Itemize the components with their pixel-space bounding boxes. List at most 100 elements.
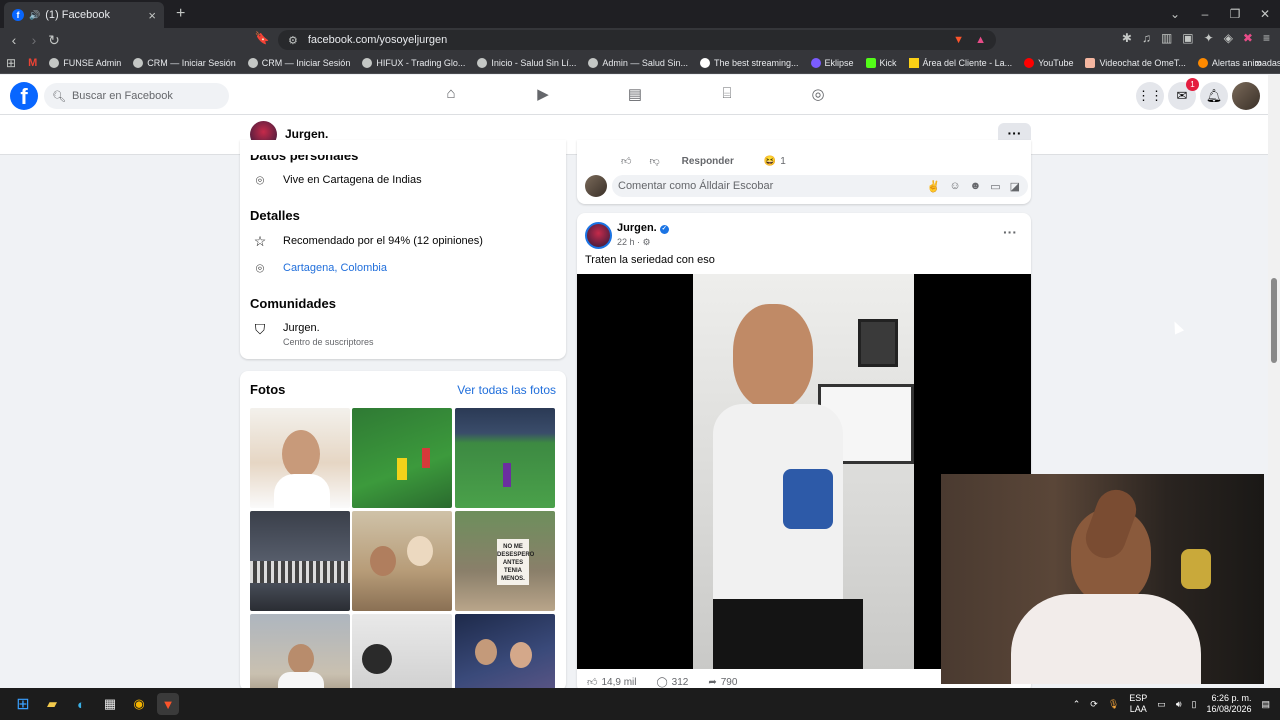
- smiley-icon[interactable]: ☻: [970, 180, 982, 193]
- volume-icon[interactable]: 🔊︎: [1176, 699, 1182, 710]
- bookmark-item[interactable]: The best streaming...: [699, 57, 799, 68]
- see-all-photos-link[interactable]: Ver todas las fotos: [457, 383, 556, 397]
- messenger-icon[interactable]: ✉ 1: [1168, 78, 1199, 110]
- forward-icon[interactable]: ›: [24, 32, 44, 48]
- notifications-icon[interactable]: 🔔︎: [1200, 82, 1228, 110]
- battery-icon[interactable]: ▯: [1191, 699, 1196, 710]
- post-time[interactable]: 22 h · ⚙: [617, 237, 651, 248]
- extension-red-icon[interactable]: ✖: [1243, 31, 1253, 45]
- post-author-name[interactable]: Jurgen. ✓: [617, 222, 669, 234]
- home-icon[interactable]: ⌂: [441, 85, 461, 105]
- microphone-icon[interactable]: 🎙︎: [1108, 699, 1119, 710]
- like-icon[interactable]: 👍︎: [587, 676, 597, 688]
- vpn-icon[interactable]: ◈: [1224, 31, 1233, 45]
- menu-icon[interactable]: ≡: [1263, 31, 1270, 45]
- dashboard-icon[interactable]: ▤: [625, 85, 645, 105]
- photo-thumbnail[interactable]: [352, 511, 452, 611]
- notification-center-icon[interactable]: ▤: [1261, 699, 1270, 710]
- comment-input[interactable]: Comentar como Álldair Escobar ✌ ☺ ☻ ▭ ◪: [612, 175, 1028, 197]
- page-scrollbar[interactable]: [1268, 75, 1280, 688]
- site-info-icon[interactable]: ⚙: [288, 34, 298, 47]
- store-icon[interactable]: ▦: [99, 693, 121, 715]
- edge-icon[interactable]: ◐: [70, 693, 92, 715]
- bookmarks-overflow[interactable]: »: [1255, 56, 1262, 70]
- photo-thumbnail[interactable]: [352, 408, 452, 508]
- dislike-comment-icon[interactable]: 👎︎: [649, 155, 659, 167]
- apps-icon[interactable]: ⊞: [6, 56, 16, 70]
- extensions-icon[interactable]: ✱: [1122, 31, 1132, 45]
- gaming-icon[interactable]: ◎: [808, 85, 828, 105]
- photo-thumbnail[interactable]: [455, 408, 555, 508]
- network-icon[interactable]: ▭: [1157, 699, 1166, 710]
- browser-tab-bar: f 🔊 (1) Facebook × + ⌄ – ❐ ✕: [0, 0, 1280, 28]
- restore-icon[interactable]: ❐: [1220, 7, 1250, 21]
- like-comment-icon[interactable]: 👍︎: [621, 155, 631, 167]
- wallet-icon[interactable]: ▣: [1182, 31, 1193, 45]
- back-icon[interactable]: ‹: [4, 32, 24, 48]
- tab-search-icon[interactable]: ⌄: [1160, 7, 1190, 21]
- bookmark-item[interactable]: Eklipse: [810, 57, 854, 68]
- leo-icon[interactable]: ✦: [1204, 31, 1214, 45]
- comment-icon[interactable]: ◯: [656, 677, 667, 688]
- facebook-logo-icon[interactable]: f: [10, 82, 38, 110]
- media-icon[interactable]: ♫: [1142, 31, 1151, 45]
- bookmark-item[interactable]: CRM — Iniciar Sesión: [133, 57, 236, 68]
- close-tab-icon[interactable]: ×: [148, 8, 156, 23]
- bookmark-icon[interactable]: 🔖: [252, 31, 272, 45]
- clock[interactable]: 6:26 p. m. 16/08/2026: [1206, 693, 1251, 715]
- reply-link[interactable]: Responder: [682, 156, 734, 167]
- browser-tab[interactable]: f 🔊 (1) Facebook ×: [4, 2, 164, 28]
- minimize-icon[interactable]: –: [1190, 7, 1220, 21]
- bookmark-item[interactable]: HIFUX - Trading Glo...: [362, 57, 465, 68]
- file-explorer-icon[interactable]: ▰: [41, 693, 63, 715]
- bookmark-item[interactable]: Admin — Salud Sin...: [588, 57, 688, 68]
- post-author-avatar[interactable]: [585, 222, 612, 249]
- bookmark-item[interactable]: Videochat de OmeT...: [1085, 57, 1186, 68]
- bookmark-item[interactable]: Área del Cliente - La...: [908, 57, 1012, 68]
- gif-icon[interactable]: ▭: [990, 180, 1000, 193]
- bookmark-item[interactable]: CRM — Iniciar Sesión: [247, 57, 350, 68]
- post-more-icon[interactable]: ···: [1003, 224, 1017, 240]
- new-tab-button[interactable]: +: [176, 5, 185, 23]
- photo-thumbnail[interactable]: [250, 408, 350, 508]
- commenter-avatar[interactable]: [585, 175, 607, 197]
- messenger-badge: 1: [1186, 78, 1199, 91]
- bookmark-item[interactable]: FUNSE Admin: [49, 57, 121, 68]
- details-title: Detalles: [250, 208, 300, 223]
- bookmark-item[interactable]: Kick: [865, 57, 897, 68]
- video-icon[interactable]: ▶: [533, 85, 553, 105]
- bookmark-item[interactable]: Inicio - Salud Sin Lí...: [477, 57, 576, 68]
- community-name[interactable]: Jurgen.: [283, 322, 374, 334]
- avatar-sticker-icon[interactable]: ✌: [927, 180, 941, 193]
- url-bar[interactable]: ⚙ facebook.com/yosoyeljurgen ▼ ▲: [278, 30, 996, 50]
- windows-start-icon[interactable]: ⊞: [12, 693, 34, 715]
- profile-name[interactable]: Jurgen.: [285, 127, 328, 141]
- brave-icon[interactable]: ▼: [157, 693, 179, 715]
- location-link[interactable]: Cartagena, Colombia: [283, 262, 387, 274]
- show-hidden-icons[interactable]: ⌃: [1073, 699, 1081, 710]
- bookmark-item[interactable]: YouTube: [1024, 57, 1073, 68]
- scrollbar-thumb[interactable]: [1271, 278, 1277, 363]
- bookmark-item[interactable]: Alertas animadas de...: [1197, 57, 1280, 68]
- search-input[interactable]: 🔍︎ Buscar en Facebook: [44, 83, 229, 109]
- sync-icon[interactable]: ⟳: [1090, 699, 1098, 710]
- chrome-icon[interactable]: ◉: [128, 693, 150, 715]
- reload-icon[interactable]: ↻: [44, 32, 64, 49]
- share-icon[interactable]: ➦: [708, 677, 716, 688]
- gmail-icon[interactable]: M: [28, 57, 37, 69]
- share-count: 790: [720, 676, 738, 688]
- language-indicator[interactable]: ESP LAA: [1129, 693, 1147, 715]
- close-window-icon[interactable]: ✕: [1250, 7, 1280, 21]
- emoji-icon[interactable]: ☺: [949, 180, 960, 193]
- photo-thumbnail[interactable]: NO ME DESESPERO ANTES TENIA MENOS.: [455, 511, 555, 611]
- facebook-favicon-icon: f: [12, 9, 24, 21]
- brave-shield-icon[interactable]: ▼: [953, 34, 964, 46]
- menu-grid-icon[interactable]: ⋮⋮: [1136, 82, 1164, 110]
- audio-icon[interactable]: 🔊: [29, 10, 40, 21]
- marketplace-icon[interactable]: ⌸: [717, 85, 737, 105]
- photo-thumbnail[interactable]: [250, 511, 350, 611]
- sticker-icon[interactable]: ◪: [1010, 180, 1020, 193]
- sidebar-icon[interactable]: ▥: [1161, 31, 1172, 45]
- brave-rewards-icon[interactable]: ▲: [975, 34, 986, 46]
- profile-avatar[interactable]: [1232, 82, 1260, 110]
